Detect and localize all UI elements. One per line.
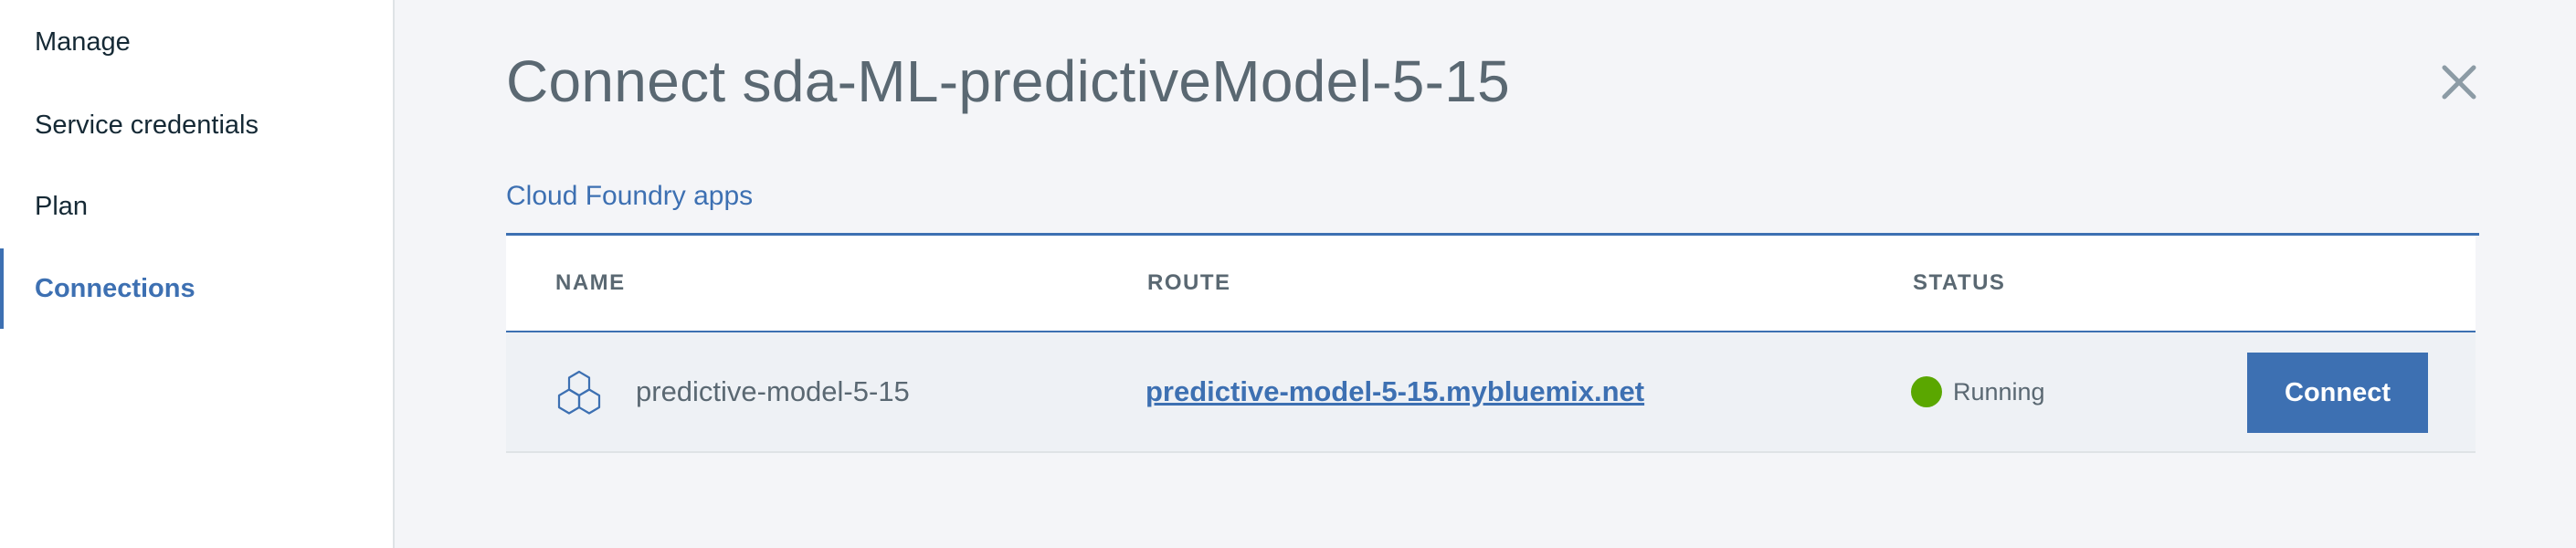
status-indicator: Running (1911, 376, 2045, 407)
column-header-route: ROUTE (1147, 270, 1231, 295)
sidebar-item-label: Manage (35, 26, 131, 57)
status-text: Running (1953, 377, 2045, 406)
sidebar: Manage Service credentials Plan Connecti… (0, 0, 395, 548)
app-route-link[interactable]: predictive-model-5-15.mybluemix.net (1145, 375, 1644, 408)
tab-cloud-foundry-apps[interactable]: Cloud Foundry apps (506, 181, 753, 212)
sidebar-item-label: Connections (35, 273, 195, 303)
status-running-dot-icon (1911, 376, 1942, 407)
sidebar-item-label: Service credentials (35, 110, 259, 140)
column-header-name: NAME (555, 270, 626, 295)
sidebar-item-plan[interactable]: Plan (0, 179, 393, 234)
sidebar-item-manage[interactable]: Manage (0, 15, 393, 69)
sidebar-item-label: Plan (35, 191, 89, 221)
close-icon[interactable] (2439, 62, 2479, 102)
table-header: NAME ROUTE STATUS (506, 236, 2476, 332)
cloud-foundry-app-icon (554, 369, 605, 420)
app-name: predictive-model-5-15 (636, 375, 910, 407)
connections-table: NAME ROUTE STATUS predictive-model-5-15 … (506, 236, 2476, 453)
sidebar-item-connections[interactable]: Connections (0, 248, 393, 329)
table-row: predictive-model-5-15 predictive-model-5… (506, 332, 2476, 453)
sidebar-item-service-credentials[interactable]: Service credentials (0, 98, 393, 153)
dialog-title: Connect sda-ML-predictiveModel-5-15 (506, 48, 1510, 114)
column-header-status: STATUS (1913, 270, 2006, 295)
connect-dialog: Connect sda-ML-predictiveModel-5-15 Clou… (396, 0, 2576, 548)
connect-button[interactable]: Connect (2247, 353, 2428, 433)
